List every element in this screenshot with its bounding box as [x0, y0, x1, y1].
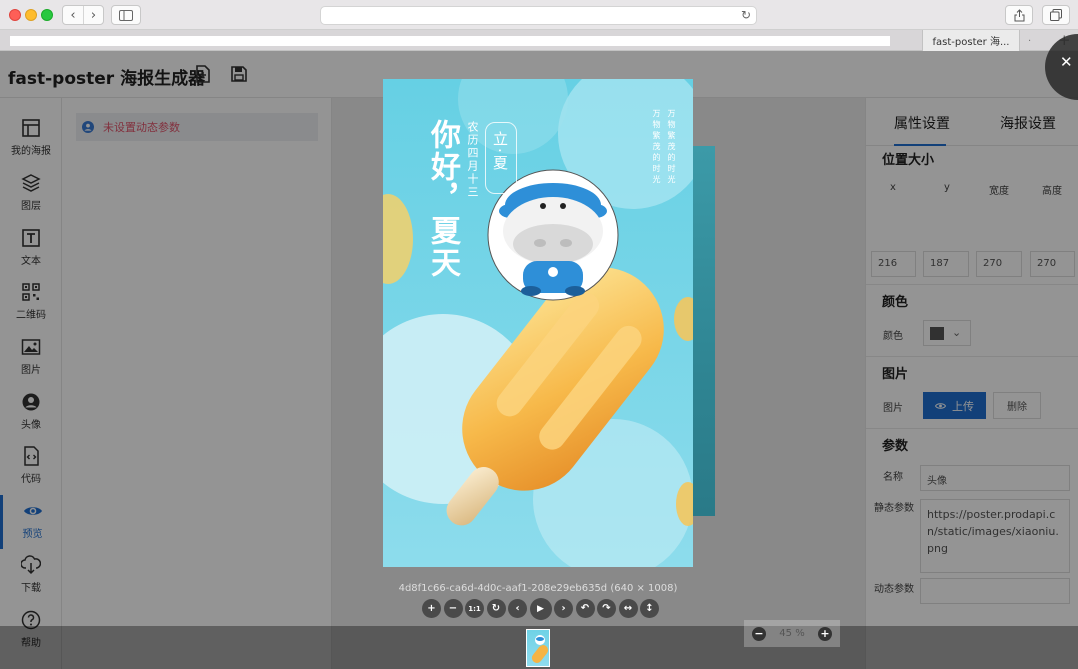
sidebar-icon [119, 9, 133, 21]
zoom-in-button[interactable]: + [422, 599, 441, 618]
window-minimize-button[interactable] [25, 9, 37, 21]
poster-lunar-date: 农历四月十三 [466, 121, 479, 199]
reset-button[interactable]: ↻ [486, 599, 506, 618]
poster-caption-2: 万物繁茂的时光 [667, 109, 676, 186]
prev-button[interactable]: ‹ [508, 599, 527, 618]
address-bar[interactable]: ↻ [320, 6, 757, 25]
preview-toolbar: + − 1:1 ↻ ‹ ▶ › ↶ ↷ ↔ ↕ [422, 598, 662, 621]
next-button[interactable]: › [554, 599, 573, 618]
tabs-icon [1050, 9, 1062, 21]
window-zoom-button[interactable] [41, 9, 53, 21]
tab-fast-poster[interactable]: fast-poster 海... [922, 30, 1020, 51]
play-button[interactable]: ▶ [529, 598, 552, 620]
zoom-level: 45 % [779, 628, 805, 639]
poster-caption-1: 万物繁茂的时光 [652, 109, 661, 186]
preview-image-meta: 4d8f1c66-ca6d-4d0c-aaf1-208e29eb635d (64… [398, 583, 678, 594]
window-close-button[interactable] [9, 9, 21, 21]
reload-icon[interactable]: ↻ [741, 8, 751, 22]
rotate-left-button[interactable]: ↶ [575, 599, 595, 618]
poster-thumbnail[interactable] [526, 629, 550, 667]
background-poster-edge [692, 146, 715, 516]
poster-preview-image: 你好，夏天 农历四月十三 立·夏 万物繁茂的时光 万物繁茂的时光 [383, 79, 693, 567]
canvas-zoom-in-button[interactable]: + [818, 626, 832, 641]
thumbnail-artwork [531, 635, 549, 663]
tab-strip: fast-poster 海... . + [0, 30, 1078, 51]
zoom-out-button[interactable]: − [443, 599, 463, 618]
browser-toolbar: ‹ › ↻ [0, 0, 1078, 30]
canvas-zoom-control: − 45 % + [744, 620, 840, 647]
poster-headline: 你好，夏天 [425, 119, 460, 279]
back-icon[interactable]: ‹ [63, 6, 83, 24]
poster-lixia: 立·夏 [491, 131, 509, 172]
flip-vertical-button[interactable]: ↕ [640, 599, 659, 618]
flip-horizontal-button[interactable]: ↔ [618, 599, 638, 618]
tab-overflow[interactable]: . [1028, 33, 1031, 44]
history-nav: ‹ › [62, 5, 104, 25]
forward-icon[interactable]: › [83, 6, 103, 24]
rotate-right-button[interactable]: ↷ [597, 599, 616, 618]
share-button[interactable] [1005, 5, 1033, 25]
share-icon [1014, 8, 1024, 21]
sidebar-toggle-button[interactable] [111, 5, 141, 25]
show-tabs-button[interactable] [1042, 5, 1070, 25]
close-icon[interactable]: ✕ [1060, 55, 1073, 70]
canvas-zoom-out-button[interactable]: − [752, 626, 766, 641]
one-to-one-button[interactable]: 1:1 [465, 599, 484, 618]
tab-placeholder[interactable] [10, 36, 890, 46]
